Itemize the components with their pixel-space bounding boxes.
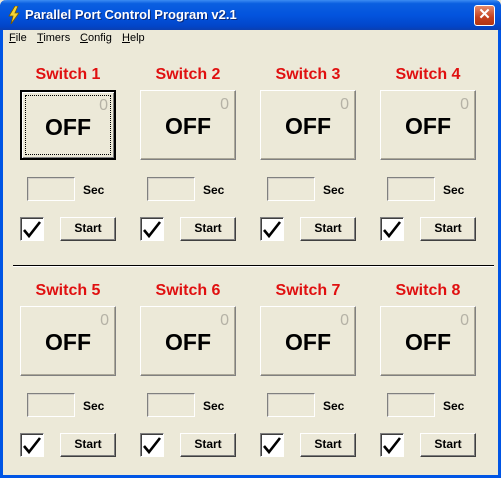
auto-checkbox-8[interactable]: [380, 433, 404, 457]
switch-label-3: Switch 3: [275, 66, 341, 83]
menu-config[interactable]: Config: [80, 32, 112, 44]
switch-toggle-button-8[interactable]: OFF 0: [380, 306, 476, 376]
window-title: Parallel Port Control Program v2.1: [25, 7, 237, 22]
switch-state: OFF: [45, 329, 91, 355]
checkmark-icon: [263, 221, 282, 239]
switch-count: 0: [340, 312, 349, 329]
checkmark-icon: [143, 437, 162, 455]
switch-toggle-button-5[interactable]: OFF 0: [20, 306, 116, 376]
timer-input-3[interactable]: [267, 177, 315, 201]
switch-state: OFF: [405, 329, 451, 355]
checkmark-icon: [143, 221, 162, 239]
auto-checkbox-5[interactable]: [20, 433, 44, 457]
switch-count: 0: [100, 312, 109, 329]
switch-state: OFF: [405, 113, 451, 139]
switch-count: 0: [220, 96, 229, 113]
checkmark-icon: [23, 437, 42, 455]
sec-label: Sec: [443, 183, 465, 197]
timer-input-6[interactable]: [147, 393, 195, 417]
checkmark-icon: [23, 221, 42, 239]
start-button-4[interactable]: Start: [420, 217, 476, 241]
start-button-3[interactable]: Start: [300, 217, 356, 241]
sec-label: Sec: [83, 183, 105, 197]
menu-timers[interactable]: Timers: [37, 32, 70, 44]
switch-toggle-button-7[interactable]: OFF 0: [260, 306, 356, 376]
switch-label-1: Switch 1: [35, 66, 101, 83]
switch-label-6: Switch 6: [155, 282, 221, 299]
start-button-2[interactable]: Start: [180, 217, 236, 241]
switch-count: 0: [220, 312, 229, 329]
switch-count: 0: [460, 96, 469, 113]
auto-checkbox-6[interactable]: [140, 433, 164, 457]
auto-checkbox-2[interactable]: [140, 217, 164, 241]
start-button-6[interactable]: Start: [180, 433, 236, 457]
timer-input-2[interactable]: [147, 177, 195, 201]
timer-input-1[interactable]: [27, 177, 75, 201]
sec-label: Sec: [203, 183, 225, 197]
auto-checkbox-1[interactable]: [20, 217, 44, 241]
auto-checkbox-7[interactable]: [260, 433, 284, 457]
switch-toggle-button-2[interactable]: OFF 0: [140, 90, 236, 160]
switch-state: OFF: [165, 113, 211, 139]
switch-label-4: Switch 4: [395, 66, 461, 83]
lightning-icon: [8, 6, 20, 24]
sec-label: Sec: [323, 399, 345, 413]
sec-label: Sec: [443, 399, 465, 413]
switch-state: OFF: [285, 329, 331, 355]
sec-label: Sec: [323, 183, 345, 197]
sec-label: Sec: [83, 399, 105, 413]
start-button-7[interactable]: Start: [300, 433, 356, 457]
switch-state: OFF: [285, 113, 331, 139]
start-button-5[interactable]: Start: [60, 433, 116, 457]
checkmark-icon: [383, 221, 402, 239]
section-divider: [13, 265, 494, 267]
menu-file[interactable]: File: [9, 32, 27, 44]
menu-help[interactable]: Help: [122, 32, 145, 44]
switch-label-7: Switch 7: [275, 282, 341, 299]
switch-state: OFF: [165, 329, 211, 355]
timer-input-7[interactable]: [267, 393, 315, 417]
switch-label-2: Switch 2: [155, 66, 221, 83]
timer-input-5[interactable]: [27, 393, 75, 417]
sec-label: Sec: [203, 399, 225, 413]
switch-state: OFF: [45, 114, 91, 140]
auto-checkbox-4[interactable]: [380, 217, 404, 241]
close-icon: ✕: [478, 6, 491, 23]
timer-input-4[interactable]: [387, 177, 435, 201]
start-button-8[interactable]: Start: [420, 433, 476, 457]
timer-input-8[interactable]: [387, 393, 435, 417]
menu-bar: File Timers Config Help: [3, 30, 498, 48]
switch-toggle-button-1[interactable]: OFF 0: [20, 90, 116, 160]
switch-label-8: Switch 8: [395, 282, 461, 299]
switch-count: 0: [99, 97, 108, 114]
switch-count: 0: [460, 312, 469, 329]
checkmark-icon: [263, 437, 282, 455]
checkmark-icon: [383, 437, 402, 455]
switch-toggle-button-3[interactable]: OFF 0: [260, 90, 356, 160]
switch-count: 0: [340, 96, 349, 113]
title-bar[interactable]: Parallel Port Control Program v2.1 ✕: [0, 0, 501, 30]
switch-label-5: Switch 5: [35, 282, 101, 299]
start-button-1[interactable]: Start: [60, 217, 116, 241]
switch-toggle-button-4[interactable]: OFF 0: [380, 90, 476, 160]
auto-checkbox-3[interactable]: [260, 217, 284, 241]
switch-toggle-button-6[interactable]: OFF 0: [140, 306, 236, 376]
close-button[interactable]: ✕: [474, 5, 495, 26]
